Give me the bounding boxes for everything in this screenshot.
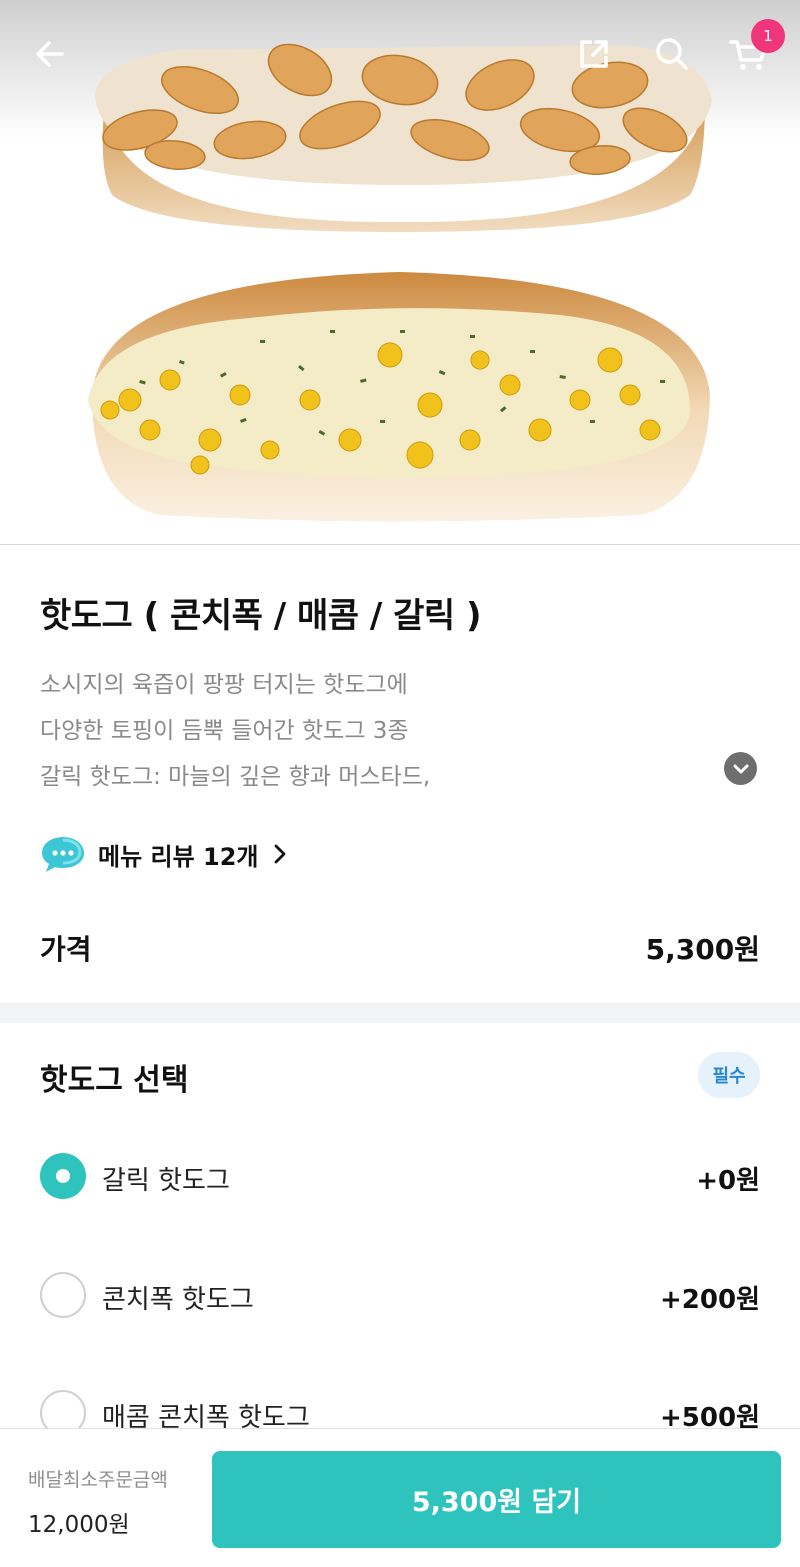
speech-bubble-icon [42, 837, 84, 872]
menu-review-link[interactable]: 메뉴 리뷰 12개 [40, 832, 287, 876]
radio-button-selected[interactable] [40, 1153, 86, 1199]
chevron-right-icon [274, 844, 285, 864]
option-name: 갈릭 핫도그 [102, 1166, 230, 1196]
option-price: +0원 [696, 1166, 760, 1196]
option-garlic-hotdog[interactable]: 갈릭 핫도그 +0원 [0, 1136, 800, 1216]
menu-review-label: 메뉴 리뷰 12개 [98, 842, 259, 871]
share-button[interactable] [570, 30, 618, 78]
cart-count-badge: 1 [751, 19, 785, 53]
option-price: +200원 [660, 1285, 760, 1315]
search-button[interactable] [648, 30, 696, 78]
option-group-title: 핫도그 선택 [40, 1063, 189, 1098]
search-icon [656, 38, 688, 70]
expand-description-button[interactable] [724, 752, 757, 785]
description-line: 다양한 토핑이 듬뿍 들어간 핫도그 3종 [40, 718, 409, 744]
min-order-value: 12,000원 [28, 1512, 130, 1538]
radio-button[interactable] [40, 1272, 86, 1318]
bottom-bar: 배달최소주문금액 12,000원 5,300원 담기 [0, 1428, 800, 1567]
price-value: 5,300원 [645, 933, 760, 966]
product-title: 핫도그 ( 콘치폭 / 매콤 / 갈릭 ) [40, 596, 482, 636]
back-button[interactable] [26, 30, 74, 78]
price-label: 가격 [40, 933, 92, 966]
product-image: 1 [0, 0, 800, 545]
description-line: 갈릭 핫도그: 마늘의 깊은 향과 머스타드, [40, 764, 431, 790]
required-badge: 필수 [698, 1052, 760, 1098]
add-to-cart-button[interactable]: 5,300원 담기 [212, 1451, 781, 1548]
option-name: 콘치폭 핫도그 [102, 1285, 254, 1315]
hotdog-photo [88, 43, 712, 522]
min-order-label: 배달최소주문금액 [28, 1469, 168, 1491]
section-divider [0, 1003, 800, 1023]
chevron-down-icon [733, 764, 748, 773]
option-corn-cheese-hotdog[interactable]: 콘치폭 핫도그 +200원 [0, 1255, 800, 1335]
share-icon [580, 40, 608, 68]
description-line: 소시지의 육즙이 팡팡 터지는 핫도그에 [40, 672, 408, 698]
product-description: 소시지의 육즙이 팡팡 터지는 핫도그에 다양한 토핑이 듬뿍 들어간 핫도그 … [40, 662, 680, 800]
arrow-left-icon [36, 41, 64, 67]
